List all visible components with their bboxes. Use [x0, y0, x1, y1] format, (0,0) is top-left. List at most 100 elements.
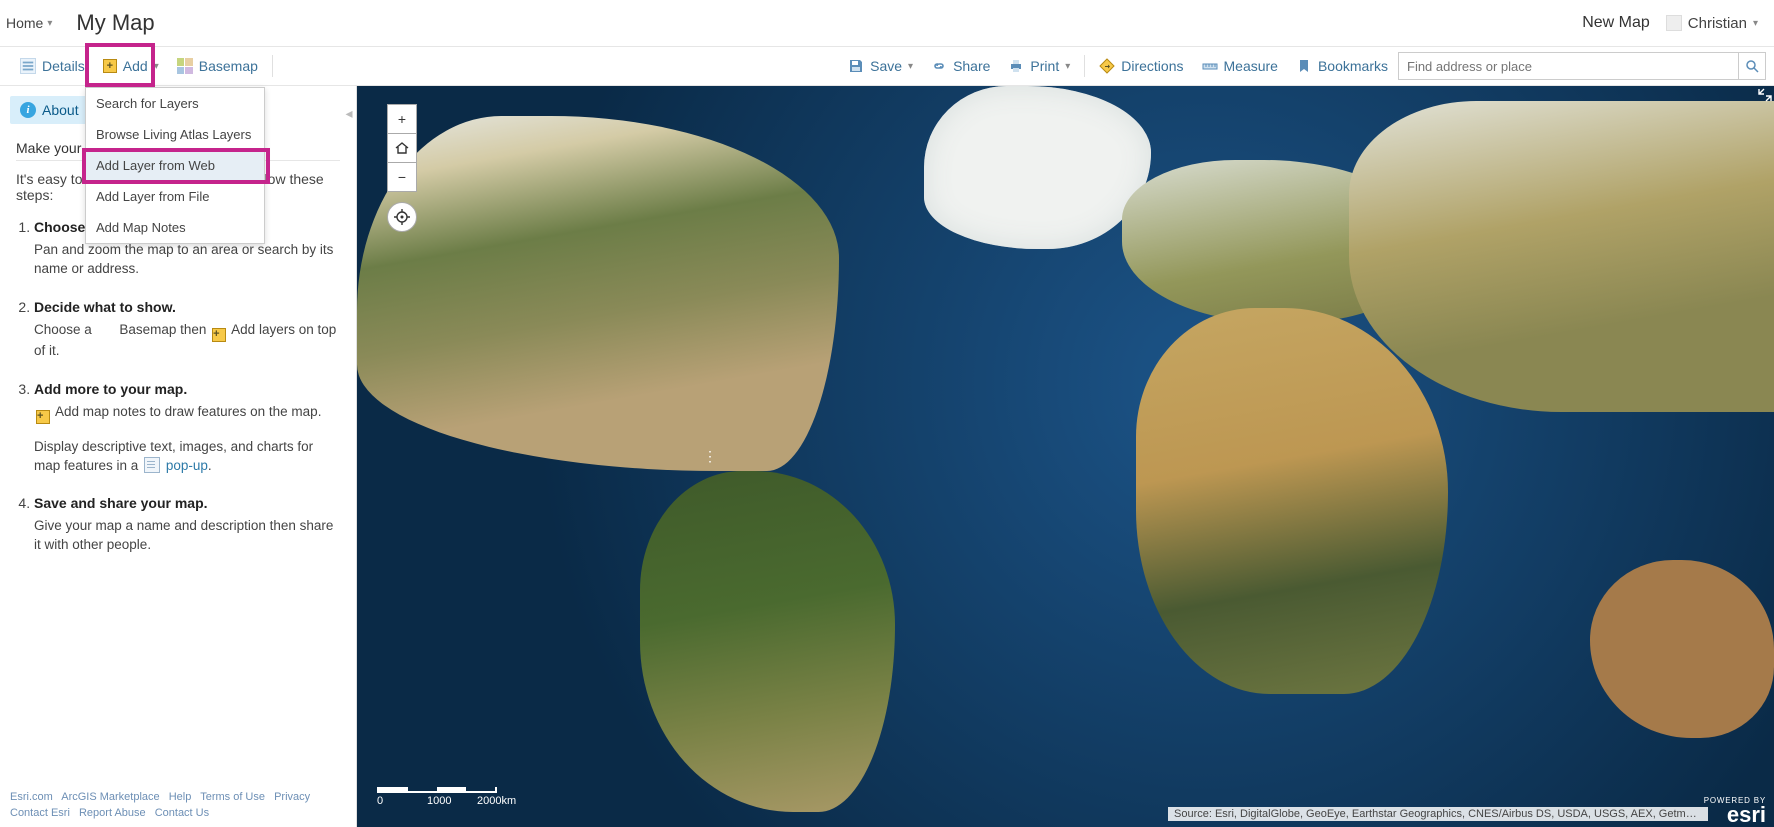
menu-add-layer-from-web[interactable]: Add Layer from Web — [86, 150, 264, 181]
divider — [1084, 55, 1085, 77]
basemap-button[interactable]: Basemap — [169, 54, 266, 78]
print-label: Print — [1030, 58, 1059, 74]
home-extent-button[interactable] — [387, 133, 417, 163]
add-icon: + — [103, 59, 117, 73]
bookmark-icon — [1296, 58, 1312, 74]
collapse-arrows-icon — [1758, 88, 1772, 102]
locate-icon — [394, 209, 410, 225]
scale-label: 0 — [377, 795, 427, 807]
step-3-body: + Add map notes to draw features on the … — [34, 403, 340, 424]
esri-logo: POWERED BY esri — [1704, 796, 1766, 825]
collapse-sidebar-handle[interactable]: ◂ — [341, 96, 357, 131]
chevron-down-icon: ▾ — [1753, 18, 1758, 29]
home-icon — [394, 140, 410, 156]
chevron-down-icon: ▾ — [1065, 61, 1070, 72]
save-icon — [848, 58, 864, 74]
add-icon: + — [36, 410, 50, 424]
add-icon: + — [212, 328, 226, 342]
search-icon — [1744, 58, 1760, 74]
new-map-link[interactable]: New Map — [1582, 14, 1650, 32]
addnotes-inline-link[interactable]: Add map notes — [55, 404, 146, 419]
step-2-title: Decide what to show. — [34, 299, 176, 315]
user-menu[interactable]: Christian ▾ — [1666, 15, 1764, 32]
bookmarks-button[interactable]: Bookmarks — [1288, 54, 1396, 78]
avatar — [1666, 15, 1682, 31]
measure-label: Measure — [1224, 58, 1278, 74]
add-button[interactable]: + Add ▾ — [95, 54, 167, 78]
footer-links: Esri.com ArcGIS Marketplace Help Terms o… — [0, 786, 356, 827]
link-icon — [931, 58, 947, 74]
step-3-body2: Display descriptive text, images, and ch… — [34, 438, 340, 476]
resize-handle[interactable]: ⋮ — [707, 86, 713, 827]
toolbar: Details + Add ▾ Basemap Save ▾ Share Pri… — [0, 46, 1774, 86]
divider — [272, 55, 273, 77]
footer-link[interactable]: ArcGIS Marketplace — [61, 791, 159, 803]
home-label: Home — [6, 15, 43, 31]
search-input[interactable] — [1398, 52, 1738, 80]
ruler-icon — [1202, 58, 1218, 74]
step-1-body: Pan and zoom the map to an area or searc… — [34, 241, 340, 279]
bookmarks-label: Bookmarks — [1318, 58, 1388, 74]
footer-link[interactable]: Terms of Use — [200, 791, 265, 803]
step-2-body: Choose a Basemap then + Add layers on to… — [34, 321, 340, 361]
step-2: Decide what to show. Choose a Basemap th… — [34, 299, 340, 361]
fullscreen-toggle[interactable] — [1756, 86, 1774, 107]
text: then — [180, 322, 210, 337]
popup-inline-link[interactable]: pop-up — [166, 458, 208, 473]
app-header: Home ▾ My Map New Map Christian ▾ — [0, 0, 1774, 46]
tab-about[interactable]: i About — [10, 96, 89, 124]
footer-link[interactable]: Privacy — [274, 791, 310, 803]
toolbar-left: Details + Add ▾ Basemap — [12, 54, 277, 78]
step-4: Save and share your map. Give your map a… — [34, 495, 340, 555]
directions-label: Directions — [1121, 58, 1183, 74]
details-button[interactable]: Details — [12, 54, 93, 78]
tab-about-label: About — [42, 102, 79, 118]
map-canvas[interactable]: + − ⋮ 0 1000 2000km Source: Esri, Digita… — [357, 86, 1774, 827]
user-name: Christian — [1688, 15, 1747, 32]
footer-link[interactable]: Contact Us — [155, 807, 209, 819]
footer-link[interactable]: Esri.com — [10, 791, 53, 803]
share-button[interactable]: Share — [923, 54, 998, 78]
steps-list: Choose an area. Pan and zoom the map to … — [16, 219, 340, 555]
zoom-widget: + − — [387, 104, 417, 232]
menu-search-layers[interactable]: Search for Layers — [86, 88, 264, 119]
measure-button[interactable]: Measure — [1194, 54, 1286, 78]
footer-link[interactable]: Help — [169, 791, 192, 803]
save-button[interactable]: Save ▾ — [840, 54, 921, 78]
footer-link[interactable]: Contact Esri — [10, 807, 70, 819]
details-label: Details — [42, 58, 85, 74]
directions-icon — [1099, 58, 1115, 74]
menu-add-map-notes[interactable]: Add Map Notes — [86, 212, 264, 243]
home-menu[interactable]: Home ▾ — [6, 15, 52, 31]
map-attribution: Source: Esri, DigitalGlobe, GeoEye, Eart… — [1168, 807, 1708, 821]
scale-label: 2000km — [477, 795, 527, 807]
toolbar-right: Save ▾ Share Print ▾ Directions Measure … — [840, 52, 1766, 80]
scale-label: 1000 — [427, 795, 477, 807]
basemap-label: Basemap — [199, 58, 258, 74]
locate-button[interactable] — [387, 202, 417, 232]
footer-link[interactable]: Report Abuse — [79, 807, 146, 819]
info-icon: i — [20, 102, 36, 118]
zoom-out-button[interactable]: − — [387, 162, 417, 192]
menu-add-layer-from-file[interactable]: Add Layer from File — [86, 181, 264, 212]
save-label: Save — [870, 58, 902, 74]
popup-icon — [144, 457, 160, 473]
basemap-inline-link[interactable]: Basemap — [119, 322, 176, 337]
step-3: Add more to your map. + Add map notes to… — [34, 381, 340, 476]
details-icon — [20, 58, 36, 74]
menu-browse-living-atlas[interactable]: Browse Living Atlas Layers — [86, 119, 264, 150]
text: Choose a — [34, 322, 96, 337]
body: i About Make your own map It's easy to m… — [0, 86, 1774, 827]
chevron-down-icon: ▾ — [47, 18, 52, 29]
print-button[interactable]: Print ▾ — [1000, 54, 1078, 78]
directions-button[interactable]: Directions — [1091, 54, 1191, 78]
step-4-body: Give your map a name and description the… — [34, 517, 340, 555]
header-right: New Map Christian ▾ — [1582, 14, 1764, 32]
basemap-icon — [177, 58, 193, 74]
zoom-in-button[interactable]: + — [387, 104, 417, 134]
chevron-down-icon: ▾ — [154, 61, 159, 72]
text: . — [208, 458, 212, 473]
search-wrap — [1398, 52, 1766, 80]
addlayers-inline-link[interactable]: Add layers — [231, 322, 295, 337]
search-button[interactable] — [1738, 52, 1766, 80]
